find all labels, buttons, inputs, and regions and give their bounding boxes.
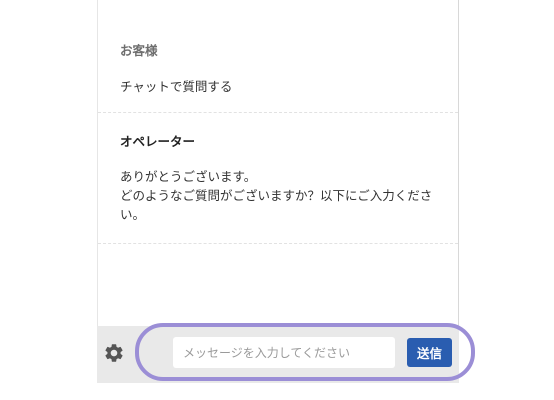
customer-message: お客様 チャットで質問する	[98, 0, 458, 113]
operator-message-text: ありがとうございます。 どのようなご質問がございますか？以下にご入力くださ い。	[120, 167, 440, 224]
customer-message-line: チャットで質問する	[120, 79, 233, 94]
customer-message-text: チャットで質問する	[120, 77, 440, 96]
message-input[interactable]	[173, 337, 395, 368]
settings-button[interactable]	[103, 342, 125, 364]
operator-message: オペレーター ありがとうございます。 どのようなご質問がございますか？以下にご入…	[98, 113, 458, 244]
send-button[interactable]: 送信	[407, 338, 452, 367]
operator-message-line: どのようなご質問がございますか？以下にご入力くださ	[120, 188, 433, 203]
operator-message-line: ありがとうございます。	[120, 169, 257, 184]
operator-sender-label: オペレーター	[120, 134, 196, 149]
chat-widget: お客様 チャットで質問する オペレーター ありがとうございます。 どのようなご質…	[0, 0, 554, 400]
operator-message-line: い。	[120, 207, 146, 222]
gear-icon	[105, 344, 123, 362]
customer-sender-label: お客様	[120, 43, 158, 58]
